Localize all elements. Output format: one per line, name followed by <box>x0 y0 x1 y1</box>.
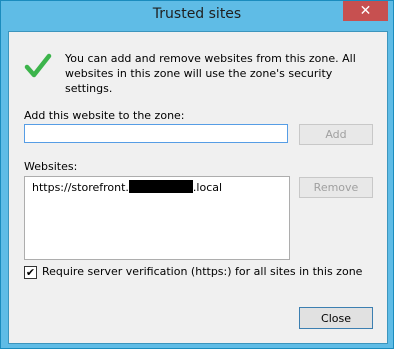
add-button[interactable]: Add <box>299 124 373 145</box>
trusted-sites-window: Trusted sites ✕ You can add and remove w… <box>0 0 394 349</box>
window-close-button[interactable]: ✕ <box>343 1 388 21</box>
add-website-label: Add this website to the zone: <box>24 109 185 122</box>
redacted-block <box>128 180 193 193</box>
remove-button[interactable]: Remove <box>299 177 373 198</box>
website-url-suffix: .local <box>192 181 223 194</box>
checkbox-check-icon: ✔ <box>25 266 36 279</box>
dialog-body: You can add and remove websites from thi… <box>8 31 388 344</box>
add-website-input[interactable] <box>24 124 288 143</box>
intro-text: You can add and remove websites from thi… <box>65 52 356 95</box>
websites-label: Websites: <box>24 160 78 173</box>
website-url-prefix: https://storefront. <box>32 181 129 194</box>
close-button[interactable]: Close <box>299 307 373 329</box>
require-https-label[interactable]: Require server verification (https:) for… <box>42 265 362 278</box>
list-item[interactable]: https://storefront. .local <box>32 180 222 194</box>
title-bar[interactable]: Trusted sites ✕ <box>1 1 393 31</box>
window-title: Trusted sites <box>152 6 242 22</box>
require-https-checkbox[interactable]: ✔ <box>24 266 37 279</box>
close-icon: ✕ <box>359 3 372 19</box>
green-checkmark-icon <box>24 53 52 78</box>
websites-list[interactable]: https://storefront. .local <box>24 176 290 260</box>
